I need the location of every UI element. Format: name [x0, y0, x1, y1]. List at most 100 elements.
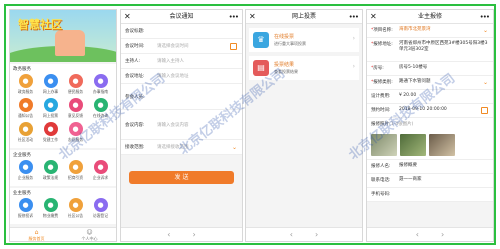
chevron-down-icon: ⌄ [482, 27, 488, 34]
photo-thumbnails [367, 132, 493, 160]
field-host[interactable]: 主持人: 请输入主持人 [121, 54, 242, 69]
photo-thumbnail[interactable] [429, 134, 455, 156]
service-icon: ● [68, 74, 83, 88]
more-icon[interactable]: ••• [229, 10, 239, 24]
building-icon: ● [68, 160, 83, 174]
field-value: 河南省郑州市中原区西苑3#楼305号阳3楼3单元3层302室 [399, 41, 488, 52]
field-category[interactable]: *报修类别: 路通下水管问题 ⌄ [367, 76, 493, 90]
service-tile[interactable]: ● 在线咨询 [88, 98, 113, 119]
page-title: 会议通知 [169, 13, 194, 20]
field-value: 聂一一商家 [399, 177, 422, 182]
field-label: 会议标题: [125, 29, 145, 34]
field-value: ¥ 20.00 [399, 93, 417, 98]
field-project[interactable]: *项目名称: 海南市北苑景湾 ⌄ [367, 24, 493, 38]
field-address[interactable]: *报修地址: 河南省郑州市中原区西苑3#楼305号阳3楼3单元3层302室 [367, 38, 493, 62]
tab-home[interactable]: ⌂ 服务首页 [10, 228, 63, 241]
service-tile[interactable]: ● 便民服务 [63, 74, 88, 95]
field-mobile[interactable]: 手机号码: [367, 188, 493, 202]
service-tile[interactable]: ● 网上投票 [38, 98, 63, 119]
field-address[interactable]: 会议地址: 请输入会议地址 [121, 69, 242, 84]
back-icon[interactable]: ‹ [416, 230, 419, 239]
close-icon[interactable]: ✕ [124, 10, 131, 24]
tab-bar: ⌂ 服务首页 ☺ 个人中心 [10, 227, 116, 241]
field-label: 设计费用: [371, 94, 391, 99]
forward-icon[interactable]: › [315, 230, 318, 239]
service-tile[interactable]: ● 社区公告 [63, 198, 88, 219]
field-label: *项目名称: [371, 28, 393, 33]
field-recipients[interactable]: 接收范围: 请选择接收范围 ⌄ [121, 140, 242, 155]
field-meeting-title[interactable]: 会议标题: [121, 24, 242, 39]
owner-service-section: 业主服务 ● 报修投诉 ● 物业缴费 ● 社区公告 ● 访客登记 [10, 188, 116, 224]
wrench-icon: ● [18, 198, 33, 212]
chevron-right-icon: › [352, 63, 355, 70]
browser-bottom-bar: ‹ › [367, 227, 493, 241]
field-label: *报修地址: [371, 42, 393, 47]
service-tile[interactable]: ● 访客登记 [88, 198, 113, 219]
field-attendees[interactable]: 参会人员: [121, 84, 242, 110]
service-tile-label: 访客登记 [92, 213, 109, 218]
service-tile[interactable]: ● 企业服务 [13, 160, 38, 181]
field-content[interactable]: 会议内容: 请输入会议内容 [121, 110, 242, 140]
service-tile[interactable]: ● 物业缴费 [38, 198, 63, 219]
service-tile[interactable]: ● 志愿服务 [63, 122, 88, 143]
service-tile-label: 网上投票 [42, 113, 59, 118]
close-icon[interactable]: ✕ [249, 10, 256, 24]
service-tile[interactable]: ● 企业诉求 [88, 160, 113, 181]
banner-title: 智慧社区 [18, 18, 62, 31]
service-tile-label: 社区公告 [67, 213, 84, 218]
service-tile-label: 志愿服务 [67, 137, 84, 142]
user-icon: ● [93, 198, 108, 212]
field-appointment[interactable]: 预约时间: 2018-09-10 20:00:00 [367, 104, 493, 118]
service-tile[interactable]: ● 政务服务 [13, 74, 38, 95]
service-tile[interactable]: ● 报修投诉 [13, 198, 38, 219]
tab-profile[interactable]: ☺ 个人中心 [63, 228, 116, 241]
field-value: 海南市北苑景湾 [399, 27, 431, 32]
section-title: 政务服务 [13, 67, 31, 72]
field-value: 请选择会议时间 [157, 44, 189, 49]
send-button[interactable]: 发 送 [129, 171, 234, 184]
field-value: 请输入主持人 [157, 59, 184, 64]
service-tile[interactable]: ● 通知公告 [13, 98, 38, 119]
service-tile-label: 社区活动 [17, 137, 34, 142]
more-icon[interactable]: ••• [349, 10, 359, 24]
service-tile[interactable]: ● 社区活动 [13, 122, 38, 143]
field-value: 报修概要 [399, 163, 417, 168]
vote-item-results[interactable]: ▤ 投票结果 查看投票结果 › [249, 56, 359, 80]
feedback-icon: ● [68, 98, 83, 112]
vote-item-online[interactable]: ♛ 在线投票 进行重大事项投票 › [249, 28, 359, 52]
wallet-icon: ● [43, 198, 58, 212]
field-reporter[interactable]: 报修人名: 报修概要 [367, 160, 493, 174]
service-tile[interactable]: ● 意见反馈 [63, 98, 88, 119]
service-tile[interactable]: ● 网上办事 [38, 74, 63, 95]
back-icon[interactable]: ‹ [167, 230, 170, 239]
calendar-icon[interactable] [481, 107, 488, 114]
photo-thumbnail[interactable] [371, 134, 397, 156]
field-meeting-time[interactable]: 会议时间: 请选择会议时间 [121, 39, 242, 54]
book-icon: ● [43, 160, 58, 174]
photo-thumbnail[interactable] [400, 134, 426, 156]
briefcase-icon: ● [18, 160, 33, 174]
service-tile-label: 通知公告 [17, 113, 34, 118]
close-icon[interactable]: ✕ [370, 10, 377, 24]
forward-icon[interactable]: › [193, 230, 196, 239]
field-fee[interactable]: 设计费用: ¥ 20.00 [367, 90, 493, 104]
service-tile-label: 物业缴费 [42, 213, 59, 218]
photo-header: 报修照片 (1-4张图片) [367, 118, 493, 132]
more-icon[interactable]: ••• [480, 10, 490, 24]
field-phone[interactable]: 联系电话: 聂一一商家 [367, 174, 493, 188]
service-tile[interactable]: ● 政策法规 [38, 160, 63, 181]
chevron-down-icon: ⌄ [482, 79, 488, 86]
service-tile[interactable]: ● 党建工作 [38, 122, 63, 143]
vote-item-title: 投票结果 [274, 62, 295, 68]
service-tile[interactable]: ● 招商引资 [63, 160, 88, 181]
service-tile-label: 政策法规 [42, 175, 59, 180]
photo-label: 报修照片 [371, 122, 389, 127]
flag-icon: ● [43, 122, 58, 136]
service-tile[interactable]: ● 办事指南 [88, 74, 113, 95]
field-label: 联系电话: [371, 178, 391, 183]
vote-item-subtitle: 查看投票结果 [274, 69, 298, 74]
calendar-icon[interactable] [230, 42, 237, 50]
forward-icon[interactable]: › [441, 230, 444, 239]
field-room[interactable]: *房号: 房号5-10楼号 [367, 62, 493, 76]
back-icon[interactable]: ‹ [290, 230, 293, 239]
